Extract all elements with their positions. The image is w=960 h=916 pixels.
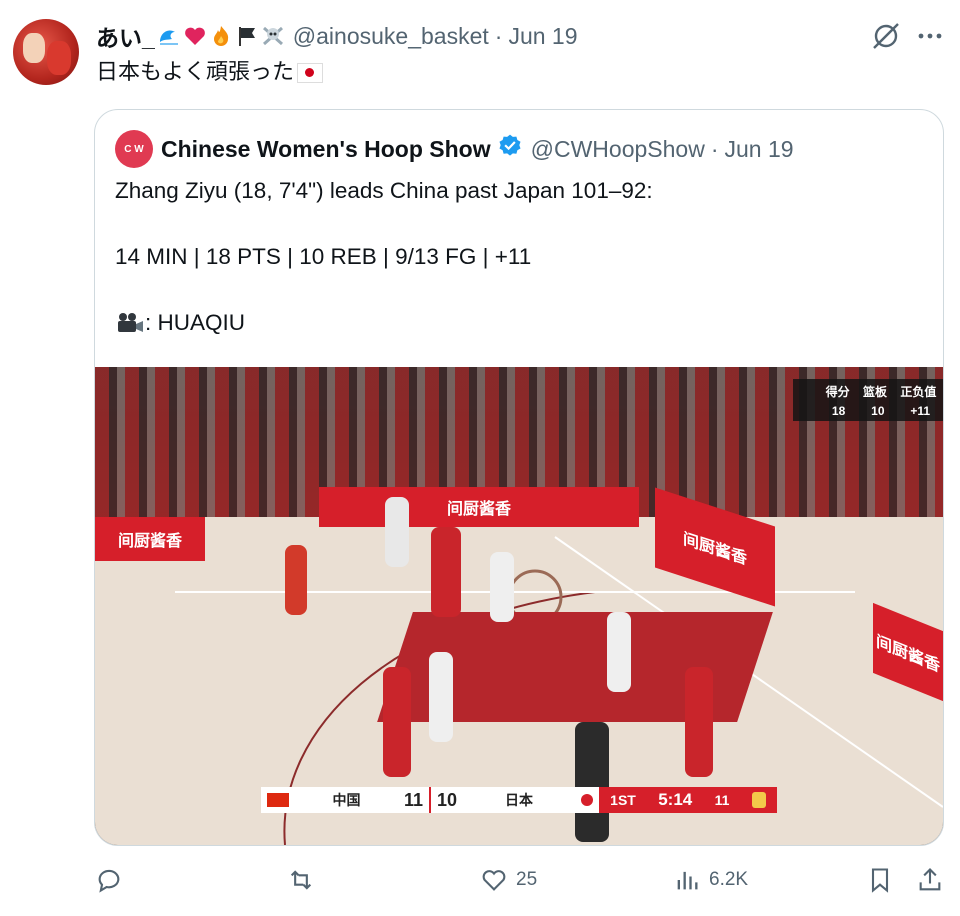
quoted-author-name[interactable]: Chinese Women's Hoop Show <box>161 136 491 163</box>
player-china-2 <box>431 527 461 617</box>
court-lines <box>175 536 943 845</box>
ad-board-center: 间厨酱香 <box>319 487 639 527</box>
bookmark-button[interactable] <box>866 866 894 894</box>
reply-button[interactable] <box>95 866 123 894</box>
quoted-header: Chinese Women's Hoop Show @CWHoopShow · … <box>161 132 794 166</box>
quoted-credit: : HUAQIU <box>145 310 246 335</box>
skull-crossbones-emoji-icon <box>261 24 285 48</box>
stat-label-points: 得分 <box>825 385 850 399</box>
player-japan-4 <box>429 652 453 742</box>
player-stats-overlay: 得分 篮板 正负值 18 10 +11 <box>793 379 943 421</box>
stat-value-rebounds: 10 <box>871 404 885 418</box>
scoreboard: 中国 11 10 日本 1ST 5:14 11 <box>261 787 777 813</box>
player-japan-2 <box>490 552 514 622</box>
author-avatar[interactable] <box>13 19 79 85</box>
china-flag-icon <box>267 793 289 807</box>
stat-label-rebounds: 篮板 <box>862 385 887 399</box>
team2-name: 日本 <box>505 793 534 809</box>
tweet-header: あい_ @ainosuke_basket · Jun 19 <box>96 19 578 53</box>
video-camera-emoji-icon <box>115 311 145 335</box>
view-count: 6.2K <box>709 869 749 890</box>
game-clock: 5:14 <box>658 790 693 809</box>
referee <box>575 722 609 842</box>
action-bar: 25 6.2K <box>0 866 960 900</box>
quoted-line-1: Zhang Ziyu (18, 7'4") leads China past J… <box>115 178 653 203</box>
fire-emoji-icon <box>209 24 233 48</box>
team2-score: 10 <box>437 789 458 810</box>
quoted-line-2: 14 MIN | 18 PTS | 10 REB | 9/13 FG | +11 <box>115 244 532 269</box>
tweet-text: 日本もよく頑張った <box>96 58 324 88</box>
player-china-3 <box>383 667 411 777</box>
team1-score: 11 <box>403 789 423 810</box>
quoted-author-handle[interactable]: @CWHoopShow <box>531 136 705 163</box>
more-options-icon[interactable] <box>916 22 944 55</box>
team1-name: 中国 <box>332 793 361 809</box>
japan-flag-emoji-icon <box>297 63 324 83</box>
quoted-separator: · <box>710 135 719 162</box>
reply-icon <box>98 869 120 893</box>
header-separator: · <box>494 22 503 49</box>
stat-value-points: 18 <box>831 404 846 418</box>
heart-icon <box>482 870 506 891</box>
repost-button[interactable] <box>287 866 315 894</box>
verified-badge-icon <box>497 133 523 165</box>
tweet-date[interactable]: Jun 19 <box>508 23 577 50</box>
share-icon <box>919 868 941 891</box>
repost-icon <box>290 870 312 890</box>
share-button[interactable] <box>916 866 944 894</box>
league-logo-icon <box>751 792 766 808</box>
views-button[interactable]: 6.2K <box>673 866 748 894</box>
author-name[interactable]: あい_ <box>96 19 155 53</box>
player-japan-3 <box>607 612 631 692</box>
author-handle[interactable]: @ainosuke_basket <box>293 23 489 50</box>
heart-emoji-icon <box>183 24 207 48</box>
like-button[interactable]: 25 <box>480 866 537 894</box>
stat-value-plusminus: +11 <box>910 404 931 418</box>
grok-icon[interactable] <box>870 20 902 57</box>
ad-board-left: 间厨酱香 <box>95 517 205 561</box>
player-japan-1 <box>385 497 409 567</box>
tweet-body: 日本もよく頑張った <box>96 60 295 85</box>
player-china-1 <box>285 545 307 615</box>
shot-clock: 11 <box>714 792 730 808</box>
player-china-4 <box>685 667 713 777</box>
japan-flag-icon <box>581 794 593 806</box>
quoted-author-avatar[interactable]: C W <box>115 130 153 168</box>
quoted-tweet[interactable]: C W Chinese Women's Hoop Show @CWHoopSho… <box>94 109 944 846</box>
like-count: 25 <box>516 869 538 890</box>
quoted-date[interactable]: Jun 19 <box>725 136 794 163</box>
quoted-line-3: : HUAQIU <box>115 310 245 336</box>
stat-label-plusminus: 正负值 <box>900 385 937 399</box>
views-chart-icon <box>677 871 698 890</box>
period: 1ST <box>610 792 636 808</box>
black-flag-emoji-icon <box>235 24 259 48</box>
bookmark-icon <box>871 868 889 893</box>
video-player[interactable]: 间厨酱香 间厨酱香 间厨酱香 间厨酱香 得分 篮板 正负值 18 10 +11 <box>95 367 943 845</box>
wave-emoji-icon <box>157 24 181 48</box>
